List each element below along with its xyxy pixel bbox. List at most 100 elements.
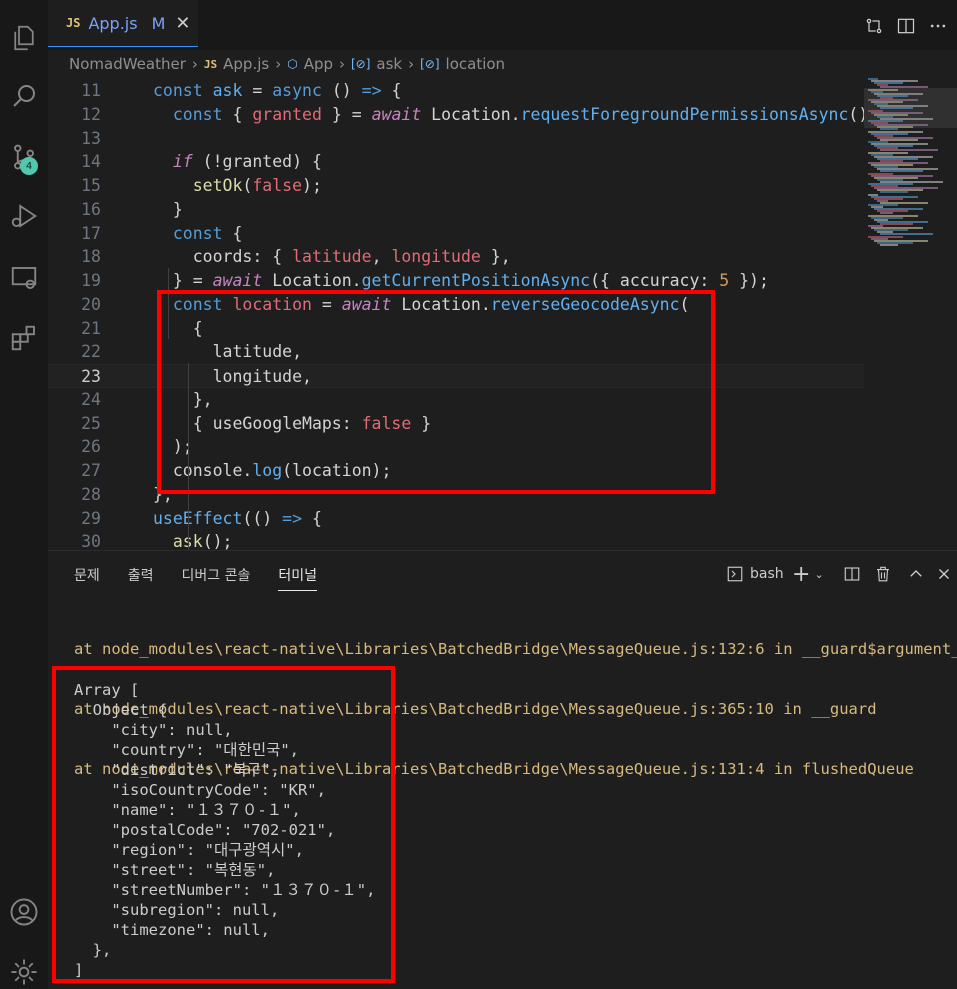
minimap-slider[interactable] <box>864 88 957 128</box>
close-panel-icon[interactable] <box>935 563 953 585</box>
code-text: if (!granted) { <box>172 152 322 172</box>
search-icon[interactable] <box>4 76 44 116</box>
minimap-line <box>880 222 913 225</box>
line-number: 21 <box>81 318 101 338</box>
line-number: 23 <box>81 367 101 386</box>
line-number: 20 <box>81 294 101 314</box>
terminal-icon <box>727 566 743 582</box>
plus-icon: + <box>792 561 811 587</box>
modified-indicator: M <box>151 13 166 33</box>
explorer-icon[interactable] <box>4 18 44 58</box>
line-number: 12 <box>81 104 101 124</box>
compare-changes-icon[interactable] <box>862 14 886 38</box>
terminal-line: "region": "대구광역시", <box>74 841 304 859</box>
terminal-line: "isoCountryCode": "KR", <box>74 781 326 799</box>
line-number: 15 <box>81 176 101 195</box>
code-line[interactable]: 27 console.log(location); <box>48 459 864 483</box>
chevron-down-icon[interactable]: ⌄ <box>814 568 823 581</box>
code-line[interactable]: 11 const ask = async () => { <box>48 79 864 103</box>
variable-icon: [⊘] <box>420 57 440 71</box>
breadcrumb-folder[interactable]: NomadWeather <box>69 55 186 73</box>
indent-guide <box>168 268 169 340</box>
code-line[interactable]: 23 longitude, <box>48 364 864 388</box>
line-number: 14 <box>81 152 101 172</box>
terminal-line: "city": null, <box>74 721 233 739</box>
more-actions-icon[interactable] <box>926 14 950 38</box>
chevron-right-icon: › <box>191 55 198 73</box>
editor-tab-bar: JS App.js M ✕ <box>48 0 957 56</box>
activity-bar: 4 <box>0 0 48 989</box>
code-line[interactable]: 18 coords: { latitude, longitude }, <box>48 245 864 269</box>
code-line[interactable]: 22 latitude, <box>48 340 864 364</box>
trash-icon[interactable] <box>874 563 892 585</box>
variable-icon: [⊘] <box>351 57 371 71</box>
code-line[interactable]: 28}; <box>48 483 864 507</box>
breadcrumb-variable[interactable]: location <box>446 55 506 73</box>
tab-output[interactable]: 출력 <box>128 565 154 591</box>
code-line[interactable]: 17 const { <box>48 222 864 246</box>
maximize-panel-icon[interactable] <box>907 563 925 585</box>
run-debug-icon[interactable] <box>4 196 44 236</box>
code-text: ); <box>153 437 193 457</box>
terminal-line: "timezone": null, <box>74 921 270 939</box>
code-text: setOk(false); <box>192 176 322 195</box>
code-text: coords: { latitude, longitude }, <box>153 247 511 267</box>
tab-problems[interactable]: 문제 <box>74 565 100 591</box>
code-line[interactable]: 20 const location = await Location.rever… <box>48 293 864 317</box>
js-file-icon: JS <box>203 57 218 71</box>
code-line[interactable]: 12 const { granted } = await Location.re… <box>48 103 864 127</box>
breadcrumb-file[interactable]: App.js <box>223 55 269 73</box>
terminal-line: at node_modules\react-native\Libraries\B… <box>74 640 957 658</box>
tab-debug-console[interactable]: 디버그 콘솔 <box>182 565 251 591</box>
code-text: ask(); <box>173 532 233 550</box>
code-text: } <box>153 199 183 219</box>
split-editor-icon[interactable] <box>894 14 918 38</box>
code-line[interactable]: 14 if (!granted) { <box>48 150 864 174</box>
code-line[interactable]: 26 ); <box>48 435 864 459</box>
code-line[interactable]: 13 <box>48 127 864 151</box>
component-icon: ⬡ <box>287 57 298 71</box>
split-terminal-icon[interactable] <box>843 563 861 585</box>
terminal-log-object: Array [ Object { "city": null, "country"… <box>74 680 375 980</box>
code-line[interactable]: 25 { useGoogleMaps: false } <box>48 412 864 436</box>
extensions-icon[interactable] <box>4 318 44 358</box>
line-number: 30 <box>81 532 101 550</box>
breadcrumb-function[interactable]: ask <box>376 55 402 73</box>
code-text: } = await Location.getCurrentPositionAsy… <box>153 271 769 290</box>
code-line[interactable]: 30 ask(); <box>48 530 864 550</box>
terminal-line: "postalCode": "702-021", <box>74 821 336 839</box>
terminal-shell-selector[interactable]: bash <box>726 563 784 585</box>
settings-gear-icon[interactable] <box>4 952 44 989</box>
tab-app-js[interactable]: JS App.js M ✕ <box>48 0 198 47</box>
line-number: 17 <box>81 223 101 243</box>
terminal-line: "street": "복현동", <box>74 861 276 879</box>
terminal-line: "name": "１３７０-１", <box>74 801 301 819</box>
tab-terminal[interactable]: 터미널 <box>278 565 318 591</box>
code-line[interactable]: 15 setOk(false); <box>48 174 864 198</box>
new-terminal-button[interactable]: + ⌄ <box>792 561 824 587</box>
terminal-line: "country": "대한민국", <box>74 741 300 759</box>
close-icon[interactable]: ✕ <box>175 13 190 34</box>
remote-explorer-icon[interactable] <box>4 258 44 298</box>
line-number: 19 <box>81 271 101 290</box>
line-number: 11 <box>81 81 101 100</box>
code-line[interactable]: 29 useEffect(() => { <box>48 507 864 531</box>
account-icon[interactable] <box>4 892 44 932</box>
terminal-line: }, <box>74 941 112 959</box>
line-number: 22 <box>81 342 101 362</box>
code-text: }; <box>153 484 173 504</box>
code-line[interactable]: 16 } <box>48 198 864 222</box>
code-line[interactable]: 19 } = await Location.getCurrentPosition… <box>48 269 864 293</box>
code-text: longitude, <box>153 367 312 386</box>
code-line[interactable]: 21 { <box>48 317 864 341</box>
breadcrumb-component[interactable]: App <box>304 55 333 73</box>
code-text: latitude, <box>153 342 303 362</box>
code-line[interactable]: 24 }, <box>48 388 864 412</box>
shell-name: bash <box>750 566 784 582</box>
minimap[interactable] <box>864 78 957 550</box>
line-number: 25 <box>81 413 101 433</box>
line-number: 26 <box>81 437 101 457</box>
code-editor[interactable]: 11 const ask = async () => {12 const { gr… <box>48 78 864 550</box>
terminal-line: "subregion": null, <box>74 901 280 919</box>
code-text: }, <box>153 389 213 409</box>
